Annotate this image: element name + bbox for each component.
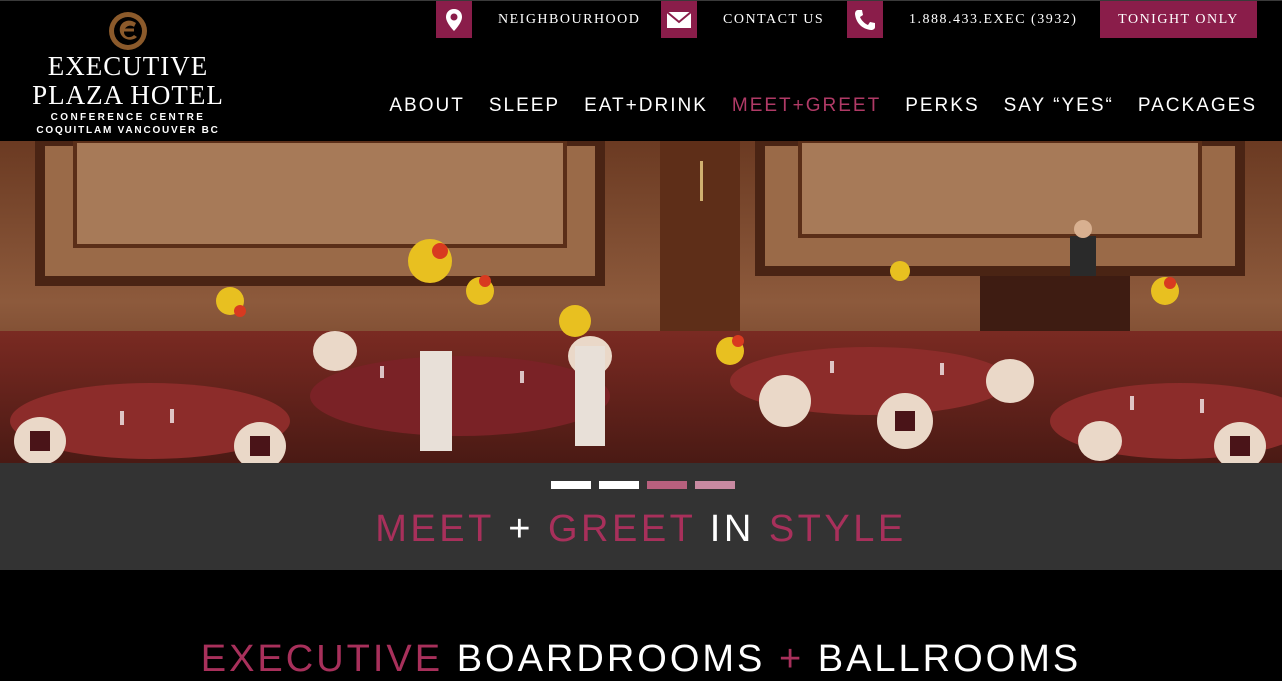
nav-perks[interactable]: PERKS xyxy=(905,95,979,117)
logo-line-3: CONFERENCE CENTRE xyxy=(50,112,206,123)
slider-dot-1[interactable] xyxy=(551,481,591,489)
slider-caption: MEET + GREET IN STYLE xyxy=(0,463,1282,570)
neighbourhood-link[interactable]: NEIGHBOURHOOD xyxy=(436,1,640,38)
slider-dot-3[interactable] xyxy=(647,481,687,489)
nav-about[interactable]: ABOUT xyxy=(389,95,464,117)
map-pin-icon xyxy=(436,1,472,38)
logo-emblem-icon xyxy=(109,12,147,50)
nav-packages[interactable]: PACKAGES xyxy=(1138,95,1257,117)
nav-say-yes[interactable]: SAY “YES“ xyxy=(1004,95,1114,117)
main-nav: ABOUT SLEEP EAT+DRINK MEET+GREET PERKS S… xyxy=(389,95,1257,117)
section-heading: EXECUTIVE BOARDROOMS + BALLROOMS xyxy=(0,638,1282,681)
phone-link[interactable]: 1.888.433.EXEC (3932) xyxy=(847,1,1077,38)
heading-ballrooms: BALLROOMS xyxy=(817,638,1082,680)
phone-number: 1.888.433.EXEC (3932) xyxy=(909,11,1078,27)
nav-eat-label: EAT xyxy=(584,95,626,116)
nav-drink-label: DRINK xyxy=(638,95,708,116)
caption-in: IN xyxy=(709,508,755,550)
nav-sleep[interactable]: SLEEP xyxy=(489,95,560,117)
caption-plus: + xyxy=(508,508,534,550)
neighbourhood-label: NEIGHBOURHOOD xyxy=(498,11,641,27)
heading-plus: + xyxy=(778,638,805,680)
hotel-logo[interactable]: Executive Plaza Hotel CONFERENCE CENTRE … xyxy=(30,11,226,136)
slider-dots xyxy=(551,481,735,489)
heading-executive: EXECUTIVE xyxy=(200,638,444,680)
envelope-icon xyxy=(661,1,697,38)
nav-say-close: “ xyxy=(1105,95,1114,116)
caption-meet: MEET xyxy=(375,508,495,550)
slider-dot-4[interactable] xyxy=(695,481,735,489)
phone-icon xyxy=(847,1,883,38)
nav-meet-greet[interactable]: MEET+GREET xyxy=(732,95,881,117)
slider-dot-2[interactable] xyxy=(599,481,639,489)
site-header: Executive Plaza Hotel CONFERENCE CENTRE … xyxy=(0,0,1282,141)
nav-plus: + xyxy=(625,95,639,116)
caption-greet: GREET xyxy=(547,508,696,550)
caption-tagline: MEET + GREET IN STYLE xyxy=(0,508,1282,551)
nav-say-label: SAY “ xyxy=(1003,95,1062,116)
logo-line-1: Executive xyxy=(47,51,209,81)
hero-banquet-image xyxy=(0,141,1282,463)
content-section: EXECUTIVE BOARDROOMS + BALLROOMS xyxy=(0,570,1282,681)
heading-boardrooms: BOARDROOMS xyxy=(456,638,766,680)
contact-label: CONTACT US xyxy=(723,11,825,27)
banquet-hall-illustration xyxy=(0,141,1282,463)
nav-eat-drink[interactable]: EAT+DRINK xyxy=(584,95,708,117)
logo-line-2: Plaza Hotel xyxy=(32,80,224,110)
logo-line-4: COQUITLAM VANCOUVER BC xyxy=(36,125,220,136)
contact-link[interactable]: CONTACT US xyxy=(661,1,824,38)
nav-yes-label: YES xyxy=(1061,95,1106,116)
tonight-only-button[interactable]: TONIGHT ONLY xyxy=(1100,1,1257,38)
caption-style: STYLE xyxy=(768,508,907,550)
